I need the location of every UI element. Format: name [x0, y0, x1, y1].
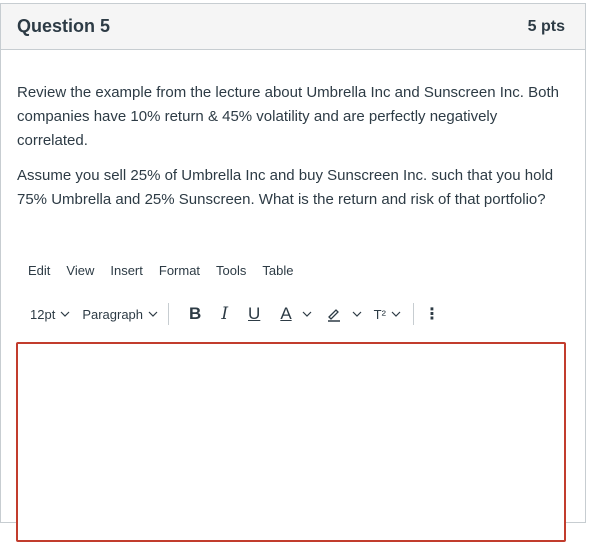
menu-format[interactable]: Format [159, 263, 200, 278]
highlight-color-button[interactable] [326, 306, 362, 322]
menu-edit[interactable]: Edit [28, 263, 50, 278]
editor-menubar: Edit View Insert Format Tools Table [28, 263, 309, 278]
editor-toolbar: 12pt Paragraph B I U A T² ⋮ [30, 300, 440, 328]
font-size-dropdown[interactable]: 12pt [30, 307, 70, 322]
bold-button[interactable]: B [189, 304, 201, 324]
question-body: Review the example from the lecture abou… [1, 81, 585, 212]
underline-button[interactable]: U [248, 304, 260, 324]
answer-editor[interactable] [16, 342, 566, 542]
chevron-down-icon [302, 311, 312, 317]
superscript-button[interactable]: T² [374, 307, 401, 322]
menu-view[interactable]: View [66, 263, 94, 278]
chevron-down-icon [391, 311, 401, 317]
chevron-down-icon [60, 311, 70, 317]
question-text-paragraph-1: Review the example from the lecture abou… [17, 84, 559, 149]
superscript-icon: T² [373, 306, 386, 322]
question-text-paragraph-2: Assume you sell 25% of Umbrella Inc and … [17, 167, 554, 208]
chevron-down-icon [148, 311, 158, 317]
menu-insert[interactable]: Insert [110, 263, 143, 278]
question-points: 5 pts [527, 17, 565, 35]
font-size-value: 12pt [30, 306, 56, 322]
toolbar-divider [168, 303, 170, 325]
highlighter-icon [327, 309, 340, 322]
text-color-button[interactable]: A [270, 304, 312, 324]
block-format-value: Paragraph [82, 306, 144, 322]
toolbar-divider [412, 303, 414, 325]
question-header: Question 5 5 pts [1, 4, 585, 50]
more-options-icon[interactable]: ⋮ [424, 304, 440, 324]
block-format-dropdown[interactable]: Paragraph [82, 307, 158, 322]
text-color-icon: A [280, 304, 292, 323]
menu-table[interactable]: Table [262, 263, 293, 278]
question-title: Question 5 [17, 16, 111, 36]
menu-tools[interactable]: Tools [216, 263, 246, 278]
chevron-down-icon [352, 311, 362, 317]
italic-button[interactable]: I [221, 304, 228, 324]
